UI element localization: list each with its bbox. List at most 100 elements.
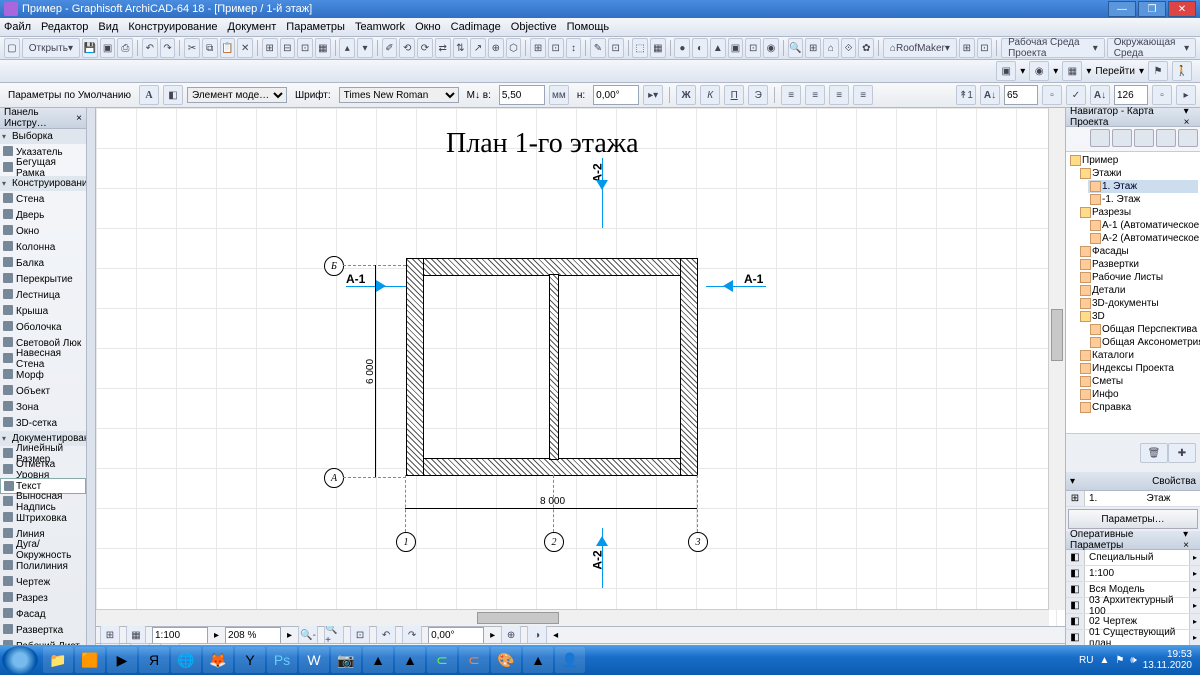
tb-b[interactable]: ⊟ xyxy=(280,38,296,58)
tool-level[interactable]: Отметка Уровня xyxy=(0,462,86,478)
roofmaker-button[interactable]: ⌂ RoofMaker ▾ xyxy=(883,38,957,58)
italic-icon[interactable]: К xyxy=(700,85,720,105)
tb-aa[interactable]: 🔍 xyxy=(788,38,804,58)
redo-icon[interactable]: ↷ xyxy=(160,38,176,58)
tb-i[interactable]: ⟳ xyxy=(417,38,433,58)
cut-icon[interactable]: ✂ xyxy=(184,38,200,58)
tb-app-16[interactable]: ▲ xyxy=(523,647,553,673)
tree-node[interactable]: Сметы xyxy=(1078,375,1198,388)
properties-title[interactable]: ▾ Свойства xyxy=(1066,472,1200,491)
sb-c-icon[interactable]: ⊕ xyxy=(501,625,521,645)
toolbox-close-icon[interactable]: × xyxy=(76,113,82,124)
tb-c[interactable]: ⊡ xyxy=(297,38,313,58)
quick-param-row[interactable]: ◧03 Архитектурный 100▸ xyxy=(1066,598,1200,614)
tray-lang[interactable]: RU xyxy=(1079,655,1093,666)
text-tool-icon[interactable]: A xyxy=(139,85,159,105)
menu-cadimage[interactable]: Cadimage xyxy=(451,21,501,33)
view-a-icon[interactable]: ▣ xyxy=(996,61,1016,81)
tb-dd[interactable]: ⟐ xyxy=(841,38,857,58)
menu-params[interactable]: Параметры xyxy=(286,21,345,33)
tb-app-11[interactable]: ▲ xyxy=(363,647,393,673)
tree-node[interactable]: A-2 (Автоматическое обно xyxy=(1088,232,1198,245)
strike-icon[interactable]: Э xyxy=(748,85,768,105)
tb-app-4[interactable]: Я xyxy=(139,647,169,673)
tool-roof[interactable]: Крыша xyxy=(0,303,86,319)
view-b-icon[interactable]: ◉ xyxy=(1029,61,1049,81)
tool-facade[interactable]: Фасад xyxy=(0,606,86,622)
tb-l[interactable]: ↗ xyxy=(470,38,486,58)
grid-bubble-2[interactable]: 2 xyxy=(544,532,564,552)
tb-app-5[interactable]: 🌐 xyxy=(171,647,201,673)
tb-v[interactable]: ● xyxy=(674,38,690,58)
a1b-icon[interactable]: ▫ xyxy=(1042,85,1062,105)
print-icon[interactable]: ⎙ xyxy=(117,38,133,58)
tb-app-10[interactable]: 📷 xyxy=(331,647,361,673)
flag-icon[interactable]: ⚑ xyxy=(1148,61,1168,81)
new-icon[interactable]: ▢ xyxy=(4,38,20,58)
quick-param-row[interactable]: ◧1:100▸ xyxy=(1066,566,1200,582)
zoom-fit-icon[interactable]: ⊡ xyxy=(350,625,370,645)
tool-label[interactable]: Выносная Надпись xyxy=(0,494,86,510)
quick-param-row[interactable]: ◧01 Существующий план▸ xyxy=(1066,630,1200,646)
wall-left[interactable] xyxy=(406,258,424,476)
close-button[interactable]: ✕ xyxy=(1168,1,1196,17)
tb-x[interactable]: ▲ xyxy=(710,38,726,58)
scrollbar-vertical[interactable] xyxy=(1048,108,1065,610)
nav-tab-5[interactable] xyxy=(1178,129,1198,147)
tool-wall[interactable]: Стена xyxy=(0,191,86,207)
tool-drawing[interactable]: Чертеж xyxy=(0,574,86,590)
tree-node[interactable]: Общая Аксонометрия xyxy=(1088,336,1198,349)
a1-input[interactable] xyxy=(1004,85,1038,105)
tree-node[interactable]: Разрезы xyxy=(1078,206,1198,219)
tb-y[interactable]: ▣ xyxy=(728,38,744,58)
menu-construct[interactable]: Конструирование xyxy=(128,21,217,33)
tb-k[interactable]: ⇅ xyxy=(453,38,469,58)
save2-icon[interactable]: ▣ xyxy=(100,38,116,58)
tb-ff[interactable]: ⊞ xyxy=(959,38,975,58)
zoom-next-icon[interactable]: ↷ xyxy=(402,625,422,645)
copy-icon[interactable]: ⧉ xyxy=(202,38,218,58)
open-button[interactable]: Открыть ▾ xyxy=(22,38,80,58)
underline-icon[interactable]: П xyxy=(724,85,744,105)
tb-w[interactable]: ◐ xyxy=(692,38,708,58)
align-c-icon[interactable]: ≡ xyxy=(805,85,825,105)
tool-beam[interactable]: Балка xyxy=(0,255,86,271)
grid-bubble-3[interactable]: 3 xyxy=(688,532,708,552)
tb-n[interactable]: ⬡ xyxy=(506,38,522,58)
tb-app-3[interactable]: ▶ xyxy=(107,647,137,673)
a2b-icon[interactable]: ▫ xyxy=(1152,85,1172,105)
a2-input[interactable] xyxy=(1114,85,1148,105)
tool-window[interactable]: Окно xyxy=(0,223,86,239)
angle-input[interactable] xyxy=(428,627,484,644)
a1c-icon[interactable]: ✓ xyxy=(1066,85,1086,105)
params-button[interactable]: Параметры… xyxy=(1068,509,1198,529)
tool-arc[interactable]: Дуга/Окружность xyxy=(0,542,86,558)
tool-column[interactable]: Колонна xyxy=(0,239,86,255)
sb-a-icon[interactable]: ⊞ xyxy=(100,625,120,645)
tree-node[interactable]: Детали xyxy=(1078,284,1198,297)
tray-icon-1[interactable]: ▲ xyxy=(1100,655,1110,666)
tb-z[interactable]: ⊡ xyxy=(745,38,761,58)
h-input[interactable] xyxy=(593,85,639,105)
align-j-icon[interactable]: ≡ xyxy=(853,85,873,105)
tree-node[interactable]: -1. Этаж xyxy=(1088,193,1198,206)
plan-title[interactable]: План 1-го этажа xyxy=(446,128,639,160)
tb-a[interactable]: ⊞ xyxy=(262,38,278,58)
tool-slab[interactable]: Перекрытие xyxy=(0,271,86,287)
layer-icon[interactable]: ◧ xyxy=(163,85,183,105)
nav-new-icon[interactable]: ✚ xyxy=(1168,443,1196,463)
menu-editor[interactable]: Редактор xyxy=(41,21,88,33)
tb-bb[interactable]: ⊞ xyxy=(805,38,821,58)
start-button[interactable] xyxy=(2,646,38,674)
undo-icon[interactable]: ↶ xyxy=(142,38,158,58)
tool-curtain[interactable]: Навесная Стена xyxy=(0,351,86,367)
m-unit-icon[interactable]: мм xyxy=(549,85,569,105)
tree-node[interactable]: Фасады xyxy=(1078,245,1198,258)
tb-q[interactable]: ↕ xyxy=(566,38,582,58)
tool-section[interactable]: Разрез xyxy=(0,590,86,606)
quick-param-row[interactable]: ◧Специальный▸ xyxy=(1066,550,1200,566)
navigator-tree[interactable]: ПримерЭтажи1. Этаж-1. ЭтажРазрезыA-1 (Ав… xyxy=(1066,152,1200,433)
goto-label[interactable]: Перейти xyxy=(1095,66,1135,77)
tree-node[interactable]: 3D xyxy=(1078,310,1198,323)
tb-m[interactable]: ⊕ xyxy=(488,38,504,58)
